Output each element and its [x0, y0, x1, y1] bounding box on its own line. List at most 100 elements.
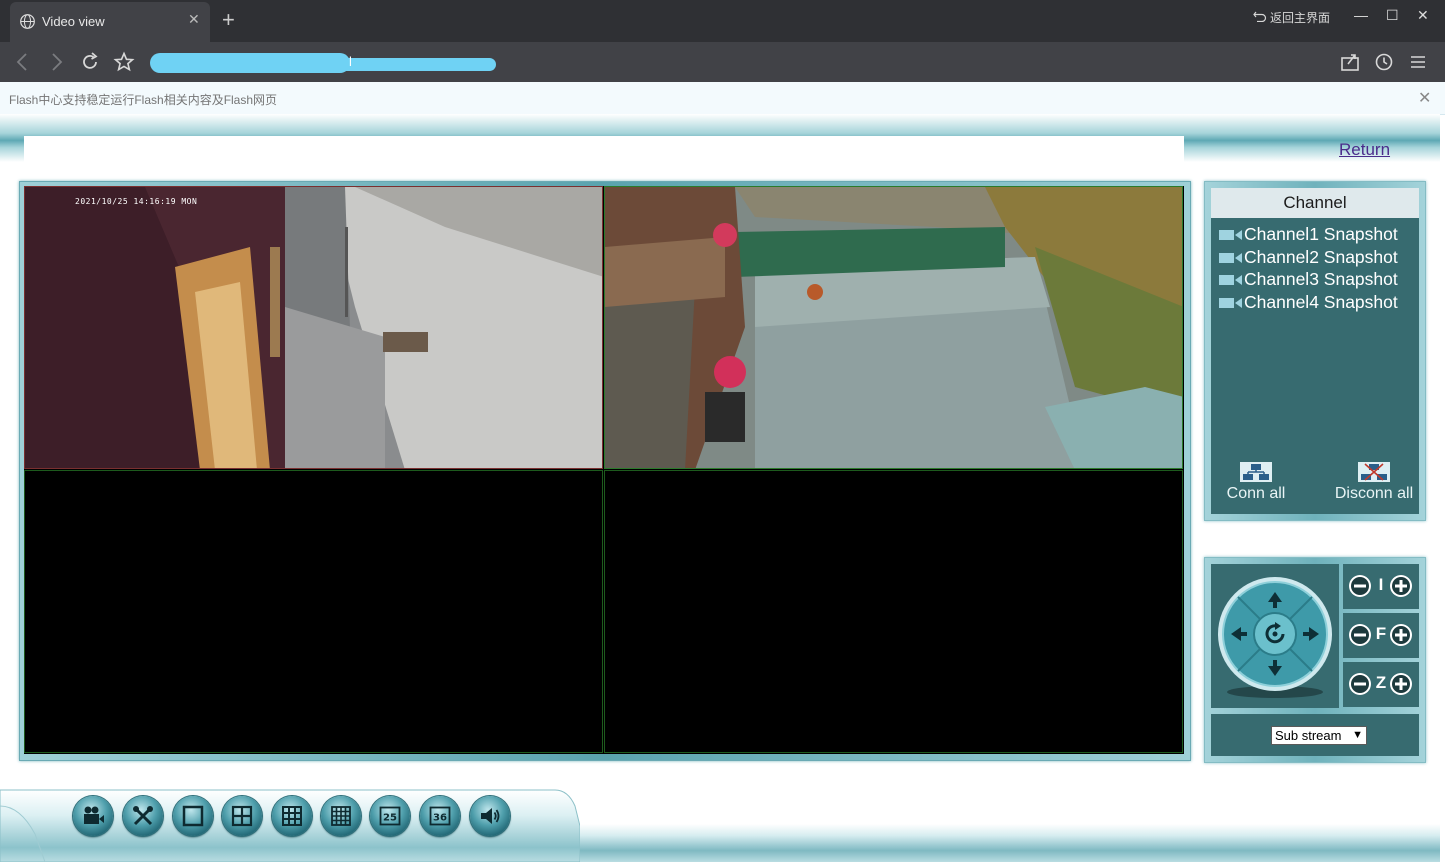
- window-close-icon[interactable]: ✕: [1417, 7, 1429, 24]
- layout-25-label: 25: [383, 813, 397, 824]
- address-bar[interactable]: l: [146, 50, 1316, 74]
- history-icon[interactable]: [1373, 51, 1395, 73]
- bookmark-star-icon[interactable]: [113, 51, 135, 73]
- conn-all-button[interactable]: Conn all: [1217, 461, 1295, 503]
- close-notice-icon[interactable]: ✕: [1418, 88, 1431, 108]
- browser-toolbar: l: [0, 42, 1445, 82]
- page-content: Return 2021/10/25 14:16:19 MON Channel C…: [0, 114, 1440, 862]
- grid-36-icon: 36: [429, 806, 451, 826]
- disconn-all-button[interactable]: Disconn all: [1331, 461, 1417, 503]
- video-cell-2[interactable]: [604, 186, 1183, 469]
- conn-all-label: Conn all: [1226, 485, 1286, 502]
- iris-label: I: [1378, 575, 1384, 594]
- channel-panel-body: Channel Channel1 Snapshot Channel2 Snaps…: [1211, 188, 1419, 514]
- camera-icon: [1219, 230, 1242, 241]
- video-cell-3[interactable]: [24, 470, 603, 753]
- stream-select[interactable]: Sub stream ▼: [1271, 726, 1367, 745]
- return-link[interactable]: Return: [1339, 140, 1390, 160]
- browser-tab-bar: Video view ✕ + 返回主界面 — ☐ ✕: [0, 0, 1445, 42]
- browser-tab[interactable]: Video view ✕: [10, 2, 210, 42]
- audio-button[interactable]: [470, 796, 510, 836]
- video-camera-icon: [84, 806, 104, 824]
- iris-minus-icon[interactable]: [1348, 574, 1372, 598]
- focus-plus-icon[interactable]: [1389, 623, 1413, 647]
- iris-plus-icon[interactable]: [1389, 574, 1413, 598]
- street-camera-image: [25, 187, 602, 468]
- iris-control: I: [1343, 564, 1419, 609]
- stream-selected-value: Sub stream: [1275, 728, 1342, 743]
- grid-4x4-icon: [331, 806, 351, 826]
- zoom-plus-icon[interactable]: [1389, 672, 1413, 696]
- channel-item-2[interactable]: Channel2 Snapshot: [1219, 247, 1398, 270]
- camera-icon: [1219, 275, 1242, 286]
- network-connect-icon: [1240, 462, 1272, 482]
- grid-3x3-icon: [282, 806, 302, 826]
- tab-title: Video view: [42, 14, 105, 29]
- layout-36-button[interactable]: 36: [420, 796, 460, 836]
- grid-25-icon: 25: [379, 806, 401, 826]
- channel-list: Channel1 Snapshot Channel2 Snapshot Chan…: [1219, 224, 1398, 314]
- flash-notice-bar: Flash中心支持稳定运行Flash相关内容及Flash网页 ✕: [0, 82, 1445, 115]
- minimize-icon[interactable]: —: [1354, 7, 1368, 23]
- zoom-control: Z: [1343, 662, 1419, 707]
- layout-36-label: 36: [433, 813, 447, 824]
- flash-notice-text: Flash中心支持稳定运行Flash相关内容及Flash网页: [9, 93, 278, 107]
- ptz-joystick: [1218, 577, 1332, 698]
- new-tab-button[interactable]: +: [222, 7, 235, 33]
- reload-icon[interactable]: [79, 51, 101, 73]
- maximize-icon[interactable]: ☐: [1386, 7, 1399, 24]
- globe-icon: [20, 14, 35, 29]
- channel-item-label: Channel1 Snapshot: [1244, 224, 1398, 244]
- channel-item-3[interactable]: Channel3 Snapshot: [1219, 269, 1398, 292]
- camera-icon: [1219, 297, 1242, 308]
- ptz-direction-pad: [1211, 564, 1339, 708]
- layout-1-button[interactable]: [173, 796, 213, 836]
- patio-camera-image: [605, 187, 1182, 468]
- back-home-button[interactable]: 返回主界面: [1253, 9, 1330, 26]
- focus-label: F: [1375, 624, 1387, 643]
- undo-icon: [1253, 11, 1267, 22]
- tools-icon: [133, 806, 153, 826]
- back-home-label: 返回主界面: [1270, 11, 1331, 25]
- url-text: l: [349, 54, 352, 69]
- video-cell-1[interactable]: 2021/10/25 14:16:19 MON: [24, 186, 603, 469]
- focus-control: F: [1343, 613, 1419, 658]
- layout-25-button[interactable]: 25: [370, 796, 410, 836]
- bottom-toolbar: 25 36: [0, 786, 1440, 862]
- settings-button[interactable]: [123, 796, 163, 836]
- channel-item-4[interactable]: Channel4 Snapshot: [1219, 292, 1398, 315]
- channel-item-1[interactable]: Channel1 Snapshot: [1219, 224, 1398, 247]
- video-cell-4[interactable]: [604, 470, 1183, 753]
- stream-row: Sub stream ▼: [1211, 714, 1419, 756]
- zoom-label: Z: [1375, 673, 1387, 692]
- channel-panel: Channel Channel1 Snapshot Channel2 Snaps…: [1204, 181, 1426, 521]
- back-icon[interactable]: [12, 51, 34, 73]
- grid-2x2-icon: [231, 805, 253, 827]
- channel-panel-header: Channel: [1211, 188, 1419, 218]
- layout-16-button[interactable]: [321, 796, 361, 836]
- share-icon[interactable]: [1339, 51, 1361, 73]
- disconn-all-label: Disconn all: [1334, 485, 1414, 502]
- layout-4-button[interactable]: [222, 796, 262, 836]
- chevron-down-icon: ▼: [1352, 729, 1363, 741]
- single-view-icon: [182, 805, 204, 827]
- close-tab-icon[interactable]: ✕: [188, 11, 200, 28]
- menu-icon[interactable]: [1407, 51, 1429, 73]
- header-band: [0, 114, 1440, 162]
- channel-item-label: Channel4 Snapshot: [1244, 291, 1398, 312]
- camera-icon: [1219, 252, 1242, 263]
- speaker-icon: [481, 808, 500, 824]
- network-disconnect-icon: [1358, 462, 1390, 482]
- header-band-notch: [24, 136, 1184, 162]
- video-frame: 2021/10/25 14:16:19 MON: [19, 181, 1191, 761]
- record-button[interactable]: [73, 796, 113, 836]
- osd-timestamp: 2021/10/25 14:16:19 MON: [75, 197, 198, 206]
- focus-minus-icon[interactable]: [1348, 623, 1372, 647]
- zoom-minus-icon[interactable]: [1348, 672, 1372, 696]
- video-grid: 2021/10/25 14:16:19 MON: [24, 186, 1184, 754]
- forward-icon[interactable]: [45, 51, 67, 73]
- layout-9-button[interactable]: [272, 796, 312, 836]
- ptz-panel: I F Z Sub stream ▼: [1204, 557, 1426, 763]
- channel-item-label: Channel3 Snapshot: [1244, 269, 1398, 289]
- url-redaction: [256, 58, 496, 71]
